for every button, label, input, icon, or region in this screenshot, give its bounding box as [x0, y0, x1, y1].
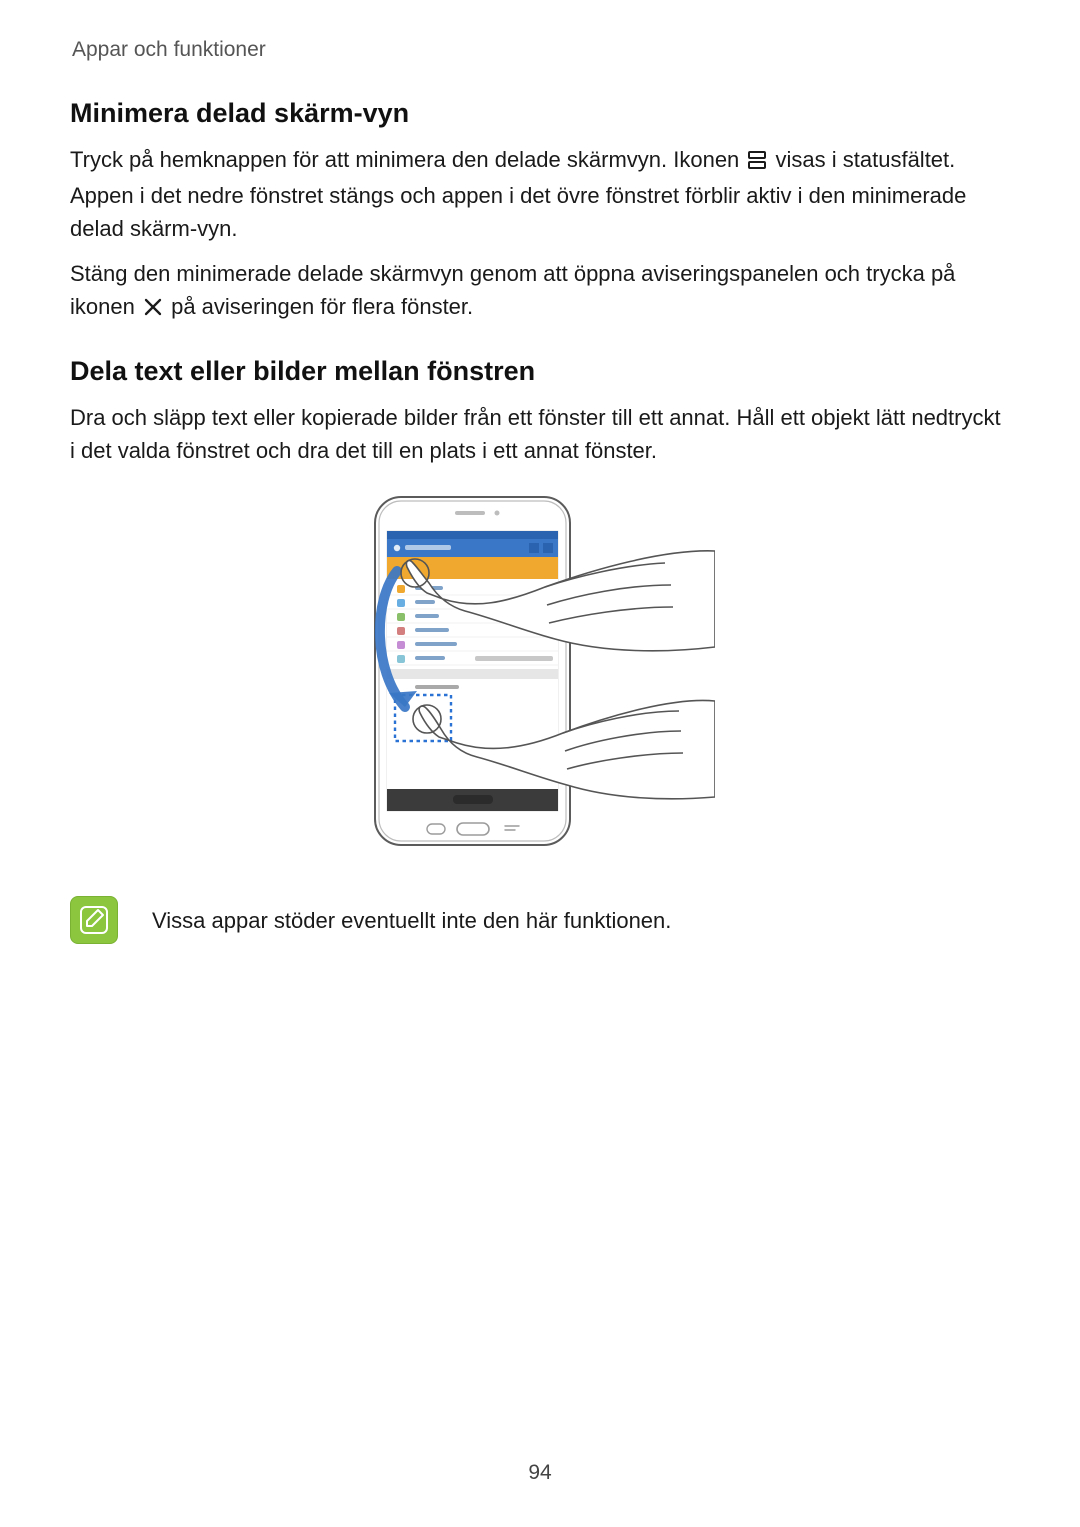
section1-paragraph-1: Tryck på hemknappen för att minimera den…	[70, 143, 1010, 245]
drag-between-windows-illustration	[365, 491, 715, 866]
section-title-share: Dela text eller bilder mellan fönstren	[70, 356, 1010, 387]
illustration-container	[70, 491, 1010, 866]
note-text: Vissa appar stöder eventuellt inte den h…	[152, 904, 671, 937]
text-fragment: på aviseringen för flera fönster.	[171, 294, 473, 319]
document-page: Appar och funktioner Minimera delad skär…	[0, 0, 1080, 1527]
split-screen-icon	[747, 146, 767, 179]
section2-paragraph-1: Dra och släpp text eller kopierade bilde…	[70, 401, 1010, 467]
note-row: Vissa appar stöder eventuellt inte den h…	[70, 896, 1010, 944]
close-icon	[143, 293, 163, 326]
section-title-minimize: Minimera delad skärm-vyn	[70, 98, 1010, 129]
section1-paragraph-2: Stäng den minimerade delade skärmvyn gen…	[70, 257, 1010, 326]
note-pencil-icon	[70, 896, 118, 944]
breadcrumb: Appar och funktioner	[72, 38, 1010, 62]
text-fragment: Tryck på hemknappen för att minimera den…	[70, 147, 745, 172]
page-number: 94	[0, 1461, 1080, 1485]
